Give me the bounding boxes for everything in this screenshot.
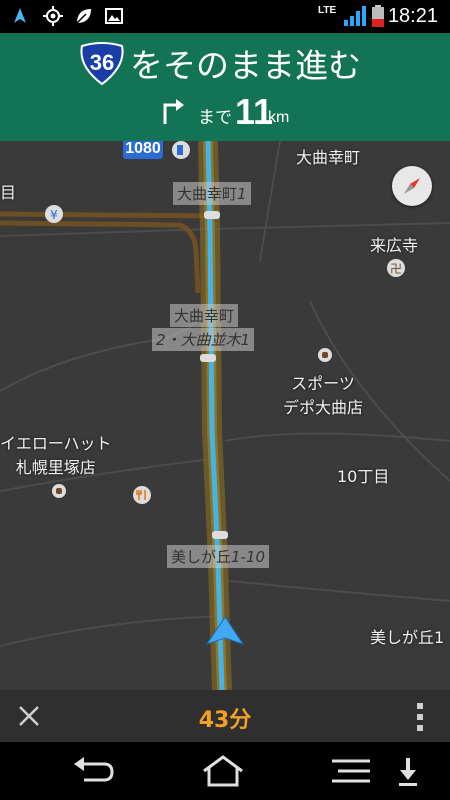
road-tag-kocho1: 大曲幸町1	[173, 182, 251, 205]
gas-station-icon[interactable]	[172, 141, 190, 159]
svg-text:¥: ¥	[50, 208, 58, 222]
trip-bar: 43分	[0, 690, 450, 742]
shop-poi-icon[interactable]	[318, 348, 332, 362]
turn-right-icon	[163, 99, 184, 124]
compass-button[interactable]	[392, 166, 432, 206]
distance-unit: km	[268, 109, 290, 126]
road-tag-kocho2-line2: 2・大曲並木1	[152, 328, 255, 351]
temple-poi-icon[interactable]: 卍	[387, 259, 405, 277]
clock: 18:21	[387, 5, 438, 27]
map-label-utsukushigaoka-right: 美しが丘1	[370, 628, 445, 647]
leaf-icon	[76, 9, 91, 24]
network-type: LTE	[318, 5, 337, 16]
battery-icon	[372, 5, 384, 27]
current-location-arrow-icon	[205, 616, 245, 645]
road-tag-kocho2-line1: 大曲幸町	[170, 304, 239, 327]
instruction-text: をそのまま進む	[130, 46, 361, 85]
map-label-yellow-hat: イエローハット 札幌里塚店	[0, 434, 112, 477]
compass-icon	[404, 178, 420, 194]
route-number: 36	[89, 50, 115, 75]
more-options-icon[interactable]	[410, 700, 430, 734]
store-poi-icon[interactable]	[52, 484, 66, 498]
download-icon[interactable]	[394, 754, 422, 788]
navigation-arrow-icon	[14, 8, 26, 23]
home-icon[interactable]	[198, 754, 248, 788]
map-label-sports-depot: スポーツ デポ大曲店	[283, 374, 364, 417]
bank-poi-icon[interactable]: ¥	[45, 205, 63, 223]
map-label-10-chome: 10丁目	[337, 467, 390, 486]
road-tag-utsukushigaoka: 美しが丘1-10	[167, 545, 270, 568]
map-roads	[0, 141, 450, 690]
highway-shield: 1080	[123, 141, 163, 159]
image-icon	[105, 8, 123, 24]
map-view[interactable]: 1080 大曲幸町 目 大曲幸町1 ¥ 来広寺 卍 大曲幸町 2・大曲並木1 ス…	[0, 141, 450, 690]
gps-icon	[43, 6, 63, 26]
status-bar: LTE 18:21	[0, 0, 450, 33]
navigation-banner[interactable]: 36 をそのまま進む まで 11 km	[0, 33, 450, 141]
eta-text: 43分	[198, 708, 252, 733]
map-label-edge: 目	[0, 183, 17, 202]
svg-text:卍: 卍	[390, 262, 402, 276]
menu-icon[interactable]	[328, 754, 378, 788]
system-navigation-bar	[0, 742, 450, 800]
back-icon[interactable]	[70, 754, 120, 788]
map-label-daimagari-kocho: 大曲幸町	[296, 148, 361, 167]
restaurant-poi-icon[interactable]	[133, 486, 151, 504]
map-label-raikoji: 来広寺	[370, 236, 419, 255]
signal-icon	[344, 6, 366, 26]
distance-prefix: まで	[198, 108, 232, 128]
